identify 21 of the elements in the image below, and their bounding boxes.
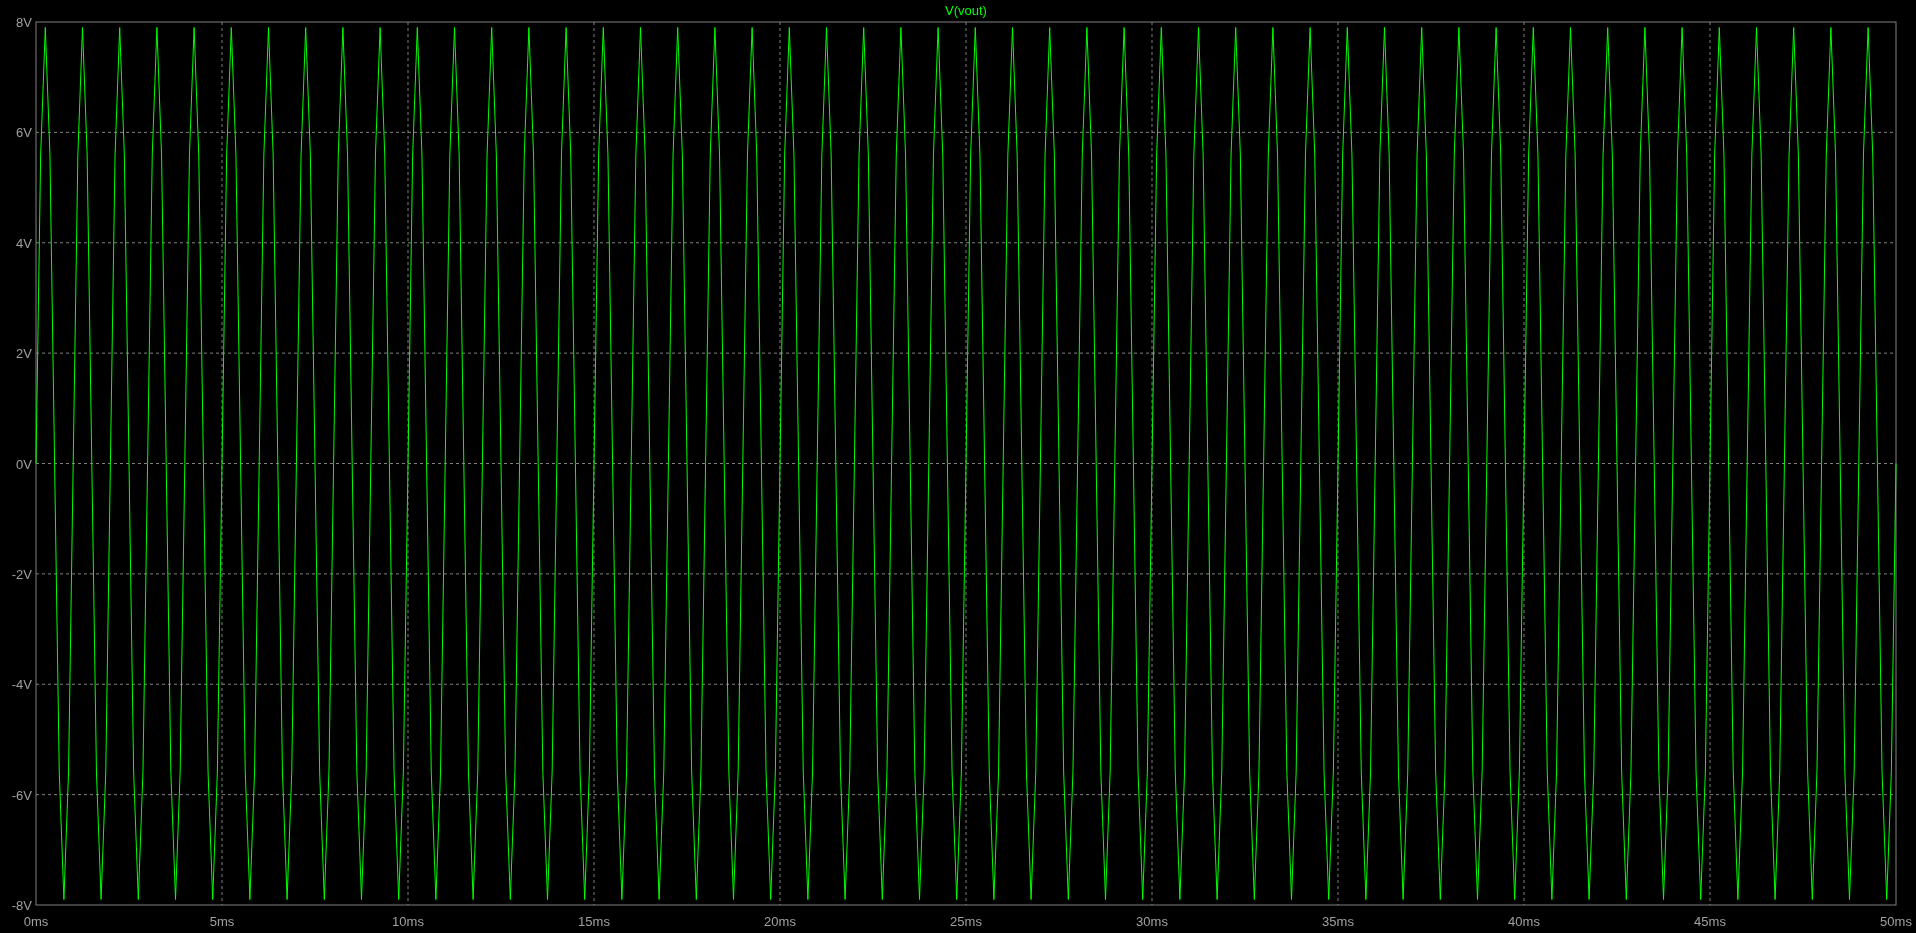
axis-tick-label: 40ms [1508,914,1540,929]
axis-tick-label: -8V [11,898,32,913]
axis-tick-label: 6V [16,125,32,141]
axis-tick-label: 5ms [209,914,235,929]
axis-tick-label: 10ms [392,914,424,929]
chart-title: V(vout) [945,3,987,18]
axis-tick-label: 15ms [578,914,610,929]
axis-tick-label: 2V [16,346,32,362]
axis-tick-label: 35ms [1322,914,1354,929]
axis-tick-label: 50ms [1880,914,1912,929]
axis-tick-label: -6V [11,787,32,803]
axis-tick-label: 25ms [950,914,982,929]
axis-tick-label: 4V [16,235,32,251]
axis-tick-label: 8V [16,15,32,30]
axis-tick-label: 45ms [1694,914,1726,929]
axis-tick-label: 30ms [1136,914,1168,929]
axis-tick-label: 0V [16,456,32,472]
axis-tick-label: 0ms [23,914,49,929]
axis-tick-label: -4V [11,677,32,693]
axis-tick-label: -2V [11,566,32,582]
axis-tick-label: 20ms [764,914,796,929]
